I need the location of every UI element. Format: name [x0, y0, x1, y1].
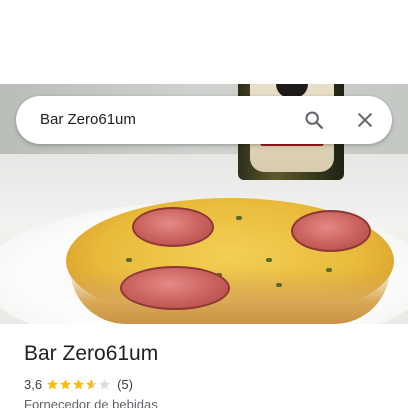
search-icon: [305, 111, 323, 129]
star-icon: [86, 378, 97, 389]
star-icon: [99, 378, 110, 389]
top-blank-area: [0, 0, 408, 84]
photo-pizza: [66, 198, 394, 324]
star-rating: [46, 378, 111, 391]
rating-row[interactable]: 3,6 (5): [24, 374, 133, 394]
place-category[interactable]: Fornecedor de bebidas: [24, 397, 158, 408]
star-icon: [60, 378, 71, 389]
search-button[interactable]: [298, 104, 330, 136]
salami-slice: [132, 207, 214, 247]
place-title: Bar Zero61um: [24, 342, 159, 365]
place-info-panel: Bar Zero61um 3,6 (5) Fornecedor de bebid…: [24, 340, 394, 408]
search-query-text[interactable]: Bar Zero61um: [40, 110, 136, 130]
close-button[interactable]: [349, 104, 381, 136]
close-icon: [358, 113, 372, 127]
search-bar[interactable]: Bar Zero61um: [16, 96, 392, 144]
salami-slice: [291, 210, 371, 252]
star-icon: [73, 378, 84, 389]
rating-value: 3,6: [24, 376, 43, 392]
review-count[interactable]: (5): [117, 377, 133, 392]
star-icon: [47, 378, 58, 389]
salami-slice: [120, 266, 230, 310]
